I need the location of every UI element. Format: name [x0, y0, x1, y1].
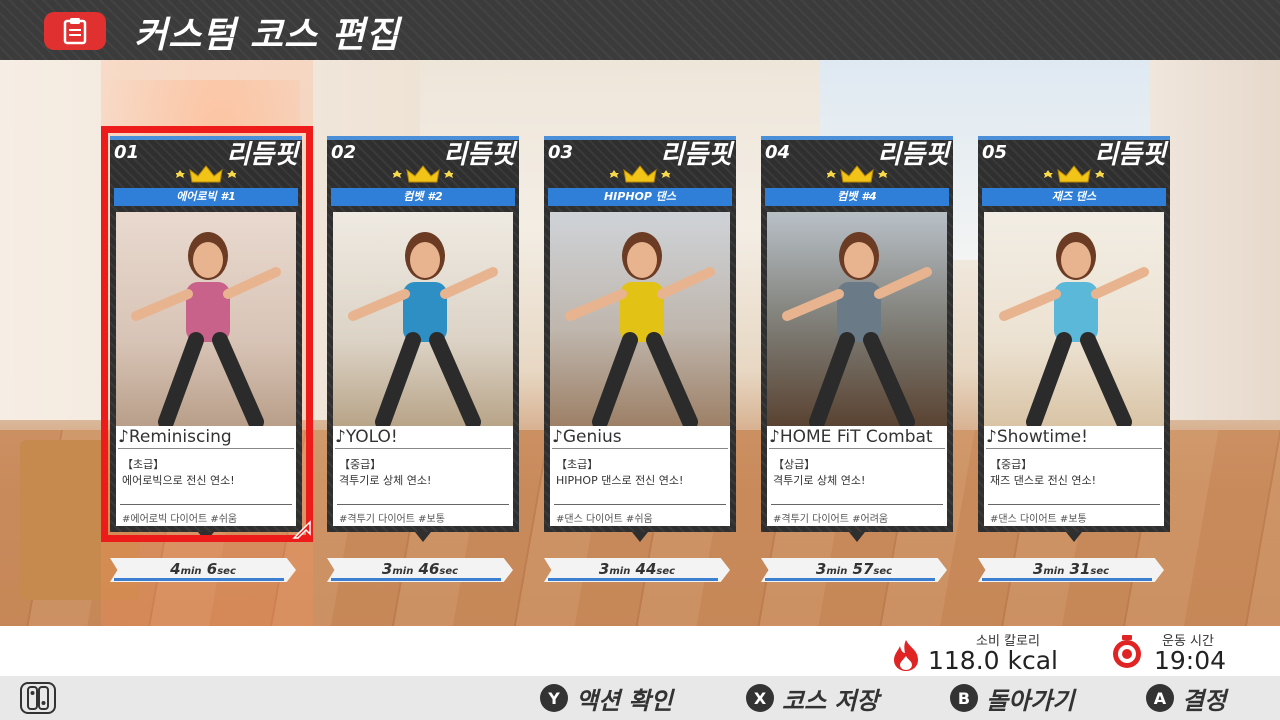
duration-text: 4min 6sec — [170, 560, 236, 578]
stats-bar: 소비 칼로리 118.0 kcal 운동 시간 19:04 — [0, 626, 1280, 676]
action-check-label: 액션 확인 — [576, 686, 673, 715]
duration-text: 3min 31sec — [1032, 560, 1110, 578]
x-button-icon: X — [746, 684, 774, 712]
course-info-panel: ♪HOME FiT Combat 【상급】 격투기로 상체 연소! #격투기 다… — [767, 426, 947, 526]
difficulty-level: 【중급】 — [990, 458, 1033, 471]
rhythm-fit-logo: 리듬핏 — [660, 140, 732, 170]
flame-icon — [894, 640, 918, 671]
divider — [554, 504, 726, 505]
course-card-03[interactable]: 03 리듬핏 HIPHOP 댄스 ♪Genius 【초급】 HIPHOP 댄스로… — [544, 136, 736, 542]
instructor-photo — [984, 212, 1164, 426]
difficulty-level: 【초급】 — [556, 458, 599, 471]
footer-bar: Y 액션 확인 X 코스 저장 B 돌아가기 A 결정 — [0, 676, 1280, 720]
course-category-label: HIPHOP 댄스 — [548, 188, 732, 206]
song-title: ♪YOLO! — [335, 426, 511, 449]
cursor-arrow-icon — [292, 520, 311, 539]
confirm-label: 결정 — [1182, 686, 1227, 715]
course-category-label: 컴뱃 #4 — [765, 188, 949, 206]
switch-console-icon — [20, 682, 56, 714]
card-pointer — [632, 532, 648, 542]
card-number: 04 — [765, 142, 791, 163]
save-course-button[interactable]: X 코스 저장 — [746, 676, 879, 720]
rhythm-fit-logo: 리듬핏 — [877, 140, 949, 170]
instructor-photo — [333, 212, 513, 426]
course-description: 격투기로 상체 연소! — [773, 474, 866, 487]
save-course-label: 코스 저장 — [782, 686, 879, 715]
card-number: 02 — [331, 142, 357, 163]
calories-value: 118.0 kcal — [928, 646, 1059, 675]
divider — [337, 504, 509, 505]
header-bar: 커스텀 코스 편집 — [0, 0, 1280, 60]
clipboard-icon — [44, 12, 106, 50]
song-title: ♪Genius — [552, 426, 728, 449]
course-tags: #격투기 다이어트 #어려움 — [773, 514, 889, 525]
duration-text: 3min 46sec — [381, 560, 459, 578]
course-tags: #댄스 다이어트 #쉬움 — [556, 514, 653, 525]
duration-bar-04: 3min 57sec — [761, 558, 953, 582]
course-tags: #격투기 다이어트 #보통 — [339, 514, 445, 525]
difficulty-level: 【상급】 — [773, 458, 816, 471]
instructor-photo — [550, 212, 730, 426]
duration-bar-01: 4min 6sec — [110, 558, 302, 582]
course-info-panel: ♪Genius 【초급】 HIPHOP 댄스로 전신 연소! #댄스 다이어트 … — [550, 426, 730, 526]
course-description: 격투기로 상체 연소! — [339, 474, 432, 487]
time-value: 19:04 — [1154, 646, 1227, 675]
card-pointer — [1066, 532, 1082, 542]
rhythm-fit-logo: 리듬핏 — [1094, 140, 1166, 170]
difficulty-level: 【중급】 — [339, 458, 382, 471]
back-label: 돌아가기 — [986, 686, 1075, 715]
action-check-button[interactable]: Y 액션 확인 — [540, 676, 673, 720]
course-card-05[interactable]: 05 리듬핏 재즈 댄스 ♪Showtime! 【중급】 재즈 댄스로 전신 연… — [978, 136, 1170, 542]
course-description: 재즈 댄스로 전신 연소! — [990, 474, 1096, 487]
course-category-label: 재즈 댄스 — [982, 188, 1166, 206]
course-category-label: 컴뱃 #2 — [331, 188, 515, 206]
card-pointer — [849, 532, 865, 542]
crown-icon — [1044, 165, 1104, 183]
crown-icon — [393, 165, 453, 183]
duration-text: 3min 44sec — [598, 560, 676, 578]
course-info-panel: ♪Showtime! 【중급】 재즈 댄스로 전신 연소! #댄스 다이어트 #… — [984, 426, 1164, 526]
card-pointer — [415, 532, 431, 542]
course-card-04[interactable]: 04 리듬핏 컴뱃 #4 ♪HOME FiT Combat 【상급】 격투기로 … — [761, 136, 953, 542]
selection-cursor-frame — [101, 126, 313, 542]
rhythm-fit-logo: 리듬핏 — [443, 140, 515, 170]
duration-text: 3min 57sec — [815, 560, 893, 578]
song-title: ♪Showtime! — [986, 426, 1162, 449]
duration-bar-02: 3min 46sec — [327, 558, 519, 582]
crown-icon — [610, 165, 670, 183]
crown-icon — [827, 165, 887, 183]
divider — [988, 504, 1160, 505]
card-number: 05 — [982, 142, 1008, 163]
back-button[interactable]: B 돌아가기 — [950, 676, 1074, 720]
confirm-button[interactable]: A 결정 — [1146, 676, 1226, 720]
duration-bar-03: 3min 44sec — [544, 558, 736, 582]
course-info-panel: ♪YOLO! 【중급】 격투기로 상체 연소! #격투기 다이어트 #보통 — [333, 426, 513, 526]
y-button-icon: Y — [540, 684, 568, 712]
stopwatch-icon — [1113, 635, 1141, 668]
divider — [771, 504, 943, 505]
course-description: HIPHOP 댄스로 전신 연소! — [556, 474, 684, 487]
card-number: 03 — [548, 142, 574, 163]
instructor-photo — [767, 212, 947, 426]
song-title: ♪HOME FiT Combat — [769, 426, 945, 449]
a-button-icon: A — [1146, 684, 1174, 712]
course-tags: #댄스 다이어트 #보통 — [990, 514, 1087, 525]
duration-bar-05: 3min 31sec — [978, 558, 1170, 582]
page-title: 커스텀 코스 편집 — [134, 15, 400, 56]
b-button-icon: B — [950, 684, 978, 712]
course-card-02[interactable]: 02 리듬핏 컴뱃 #2 ♪YOLO! 【중급】 격투기로 상체 연소! #격투… — [327, 136, 519, 542]
